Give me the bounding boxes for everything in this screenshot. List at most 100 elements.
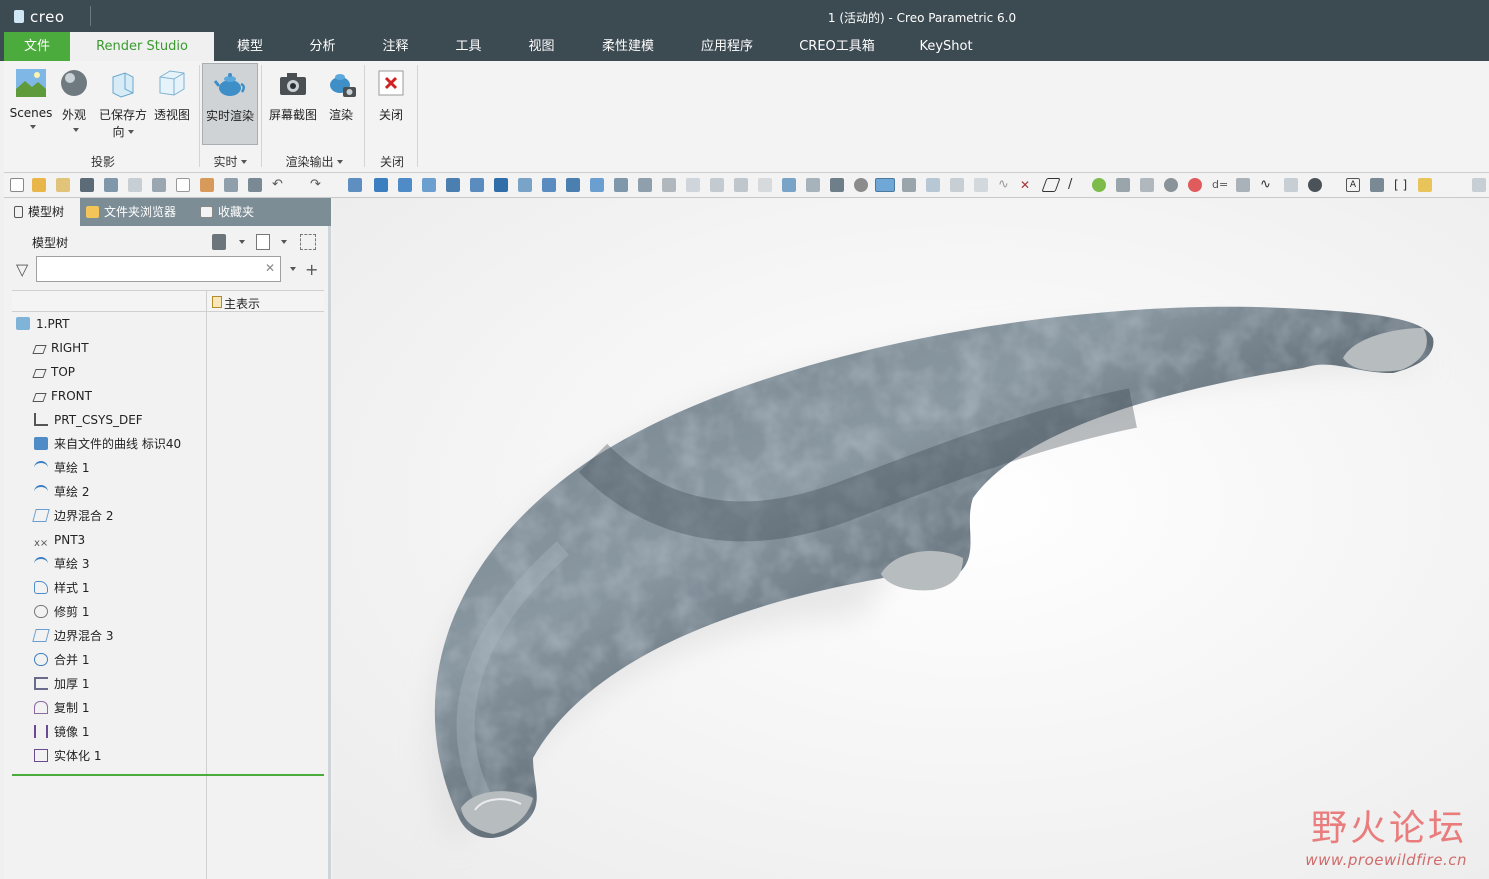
- tree-item-right[interactable]: RIGHT: [32, 338, 89, 358]
- axis-display-icon[interactable]: /: [1068, 178, 1082, 192]
- settings-dropdown-icon[interactable]: [239, 240, 245, 244]
- graphics-viewport[interactable]: 野火论坛 www.proewildfire.cn: [333, 198, 1489, 879]
- add-filter-icon[interactable]: +: [305, 260, 318, 279]
- extrude-icon[interactable]: [470, 178, 484, 192]
- grid-icon[interactable]: [590, 178, 604, 192]
- realtime-render-button[interactable]: 实时渲染: [202, 63, 258, 145]
- book-icon[interactable]: [782, 178, 796, 192]
- tree-item-boundary-blend-3[interactable]: 边界混合 3: [32, 626, 113, 646]
- curve-display-icon[interactable]: ∿: [998, 178, 1012, 192]
- settings-tools-icon[interactable]: [212, 234, 226, 250]
- plane-display-icon[interactable]: [1041, 178, 1061, 192]
- tab-analysis[interactable]: 分析: [286, 32, 359, 61]
- paste-special-icon[interactable]: [734, 178, 748, 192]
- sketch-icon[interactable]: [446, 178, 460, 192]
- tab-view[interactable]: 视图: [505, 32, 578, 61]
- screenshot-button[interactable]: 屏幕截图: [266, 67, 320, 123]
- shading-icon[interactable]: [854, 178, 868, 192]
- insert-indicator[interactable]: [12, 774, 324, 776]
- csys-display-icon[interactable]: [1092, 178, 1106, 192]
- tree-item-point[interactable]: x× PNT3: [34, 530, 85, 550]
- color-icon[interactable]: [1188, 178, 1202, 192]
- thicken-icon[interactable]: [806, 178, 820, 192]
- axis-icon[interactable]: [422, 178, 436, 192]
- tab-model-tree[interactable]: 模型树: [4, 198, 80, 226]
- window-icon[interactable]: [128, 178, 142, 192]
- undo-icon[interactable]: ↶: [272, 178, 286, 192]
- search-dropdown-icon[interactable]: [290, 267, 296, 271]
- appearance-manager-icon[interactable]: [902, 178, 916, 192]
- scenes-button[interactable]: Scenes: [8, 67, 54, 134]
- tree-item-solidify-1[interactable]: 实体化 1: [34, 746, 101, 766]
- sweep-icon[interactable]: [518, 178, 532, 192]
- annotation-display-icon[interactable]: [1116, 178, 1130, 192]
- edit-icon[interactable]: [200, 178, 214, 192]
- plane-icon[interactable]: [398, 178, 412, 192]
- new-file-icon[interactable]: [10, 178, 24, 192]
- tree-item-merge-1[interactable]: 合并 1: [34, 650, 89, 670]
- tree-item-thicken-1[interactable]: 加厚 1: [34, 674, 89, 694]
- tools-icon[interactable]: [248, 178, 262, 192]
- tree-item-boundary-blend-2[interactable]: 边界混合 2: [32, 506, 113, 526]
- group-realtime-label[interactable]: 实时: [202, 153, 258, 170]
- hide-icon[interactable]: [1140, 178, 1154, 192]
- brackets-icon[interactable]: [ ]: [1394, 178, 1408, 192]
- spin-center-icon[interactable]: [926, 178, 940, 192]
- close-button[interactable]: 关闭: [370, 67, 412, 123]
- tree-item-part[interactable]: 1.PRT: [16, 314, 69, 334]
- find-icon[interactable]: [224, 178, 238, 192]
- tab-favorites[interactable]: 收藏夹: [200, 198, 280, 226]
- model-tree-search-input[interactable]: ✕: [36, 256, 281, 282]
- curve-icon[interactable]: ∿: [1260, 178, 1274, 192]
- blend-icon[interactable]: [542, 178, 556, 192]
- ruler-icon[interactable]: [638, 178, 652, 192]
- group-output-label[interactable]: 渲染输出: [266, 153, 362, 170]
- redo-icon[interactable]: ↷: [310, 178, 324, 192]
- select-icon[interactable]: [348, 178, 362, 192]
- tree-item-copy-1[interactable]: 复制 1: [34, 698, 89, 718]
- pattern-icon[interactable]: [830, 178, 844, 192]
- layer-icon[interactable]: [1370, 178, 1384, 192]
- eye-icon[interactable]: [1164, 178, 1178, 192]
- render-button[interactable]: 渲染: [322, 67, 360, 123]
- show-list-icon[interactable]: [256, 234, 270, 250]
- render-mode-icon[interactable]: [1308, 178, 1322, 192]
- tree-item-front[interactable]: FRONT: [32, 386, 92, 406]
- scene-preview-icon[interactable]: [875, 178, 895, 192]
- saved-orientations-button[interactable]: 已保存方 向: [97, 67, 149, 140]
- boundary-icon[interactable]: [566, 178, 580, 192]
- revolve-icon[interactable]: [494, 178, 508, 192]
- tree-filter-icon[interactable]: [300, 234, 316, 250]
- save-icon[interactable]: [80, 178, 94, 192]
- note-icon[interactable]: [1418, 178, 1432, 192]
- perspective-button[interactable]: 透视图: [151, 67, 193, 123]
- repaint-icon[interactable]: [974, 178, 988, 192]
- measure-icon[interactable]: [614, 178, 628, 192]
- clear-search-icon[interactable]: ✕: [265, 261, 275, 275]
- view-normal-icon[interactable]: [950, 178, 964, 192]
- tab-render-studio[interactable]: Render Studio: [70, 32, 214, 61]
- tree-item-imported-curve[interactable]: 来自文件的曲线 标识40: [34, 434, 181, 454]
- page-icon[interactable]: [176, 178, 190, 192]
- point-display-icon[interactable]: ✕: [1020, 178, 1034, 192]
- tree-item-top[interactable]: TOP: [32, 362, 75, 382]
- tree-item-csys[interactable]: PRT_CSYS_DEF: [34, 410, 143, 430]
- regenerate-icon[interactable]: [104, 178, 118, 192]
- paste-icon[interactable]: [710, 178, 724, 192]
- tab-creo-toolbox[interactable]: CREO工具箱: [776, 32, 898, 61]
- tab-annotate[interactable]: 注释: [359, 32, 432, 61]
- tab-folder-browser[interactable]: 文件夹浏览器: [86, 198, 196, 226]
- tree-item-sketch-2[interactable]: 草绘 2: [34, 482, 89, 502]
- tree-item-sketch-3[interactable]: 草绘 3: [34, 554, 89, 574]
- show-dropdown-icon[interactable]: [281, 240, 287, 244]
- text-icon[interactable]: A: [1346, 178, 1360, 192]
- tab-tools[interactable]: 工具: [432, 32, 505, 61]
- tree-item-style-1[interactable]: 样式 1: [34, 578, 89, 598]
- tab-flexible-modeling[interactable]: 柔性建模: [578, 32, 678, 61]
- save-copy-icon[interactable]: [152, 178, 166, 192]
- pencil-icon[interactable]: [662, 178, 676, 192]
- tree-item-mirror-1[interactable]: 镜像 1: [34, 722, 89, 742]
- tree-item-trim-1[interactable]: 修剪 1: [34, 602, 89, 622]
- tree-item-sketch-1[interactable]: 草绘 1: [34, 458, 89, 478]
- tab-model[interactable]: 模型: [214, 32, 286, 61]
